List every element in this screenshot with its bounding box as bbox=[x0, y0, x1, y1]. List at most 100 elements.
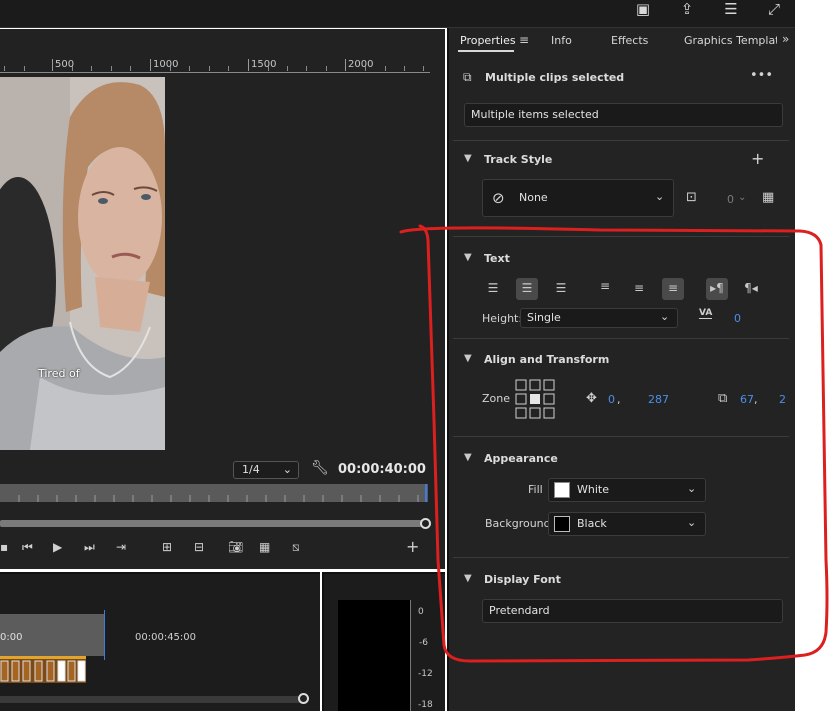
step-forward-icon[interactable]: ⏭︎ bbox=[84, 540, 95, 555]
tab-graphics-template[interactable]: Graphics Template bbox=[684, 34, 777, 47]
align-transform-title: Align and Transform bbox=[484, 353, 610, 366]
video-frame: Tired of bbox=[0, 77, 165, 450]
background-label: Background bbox=[485, 517, 551, 530]
background-select[interactable]: Black bbox=[548, 512, 706, 536]
align-middle-icon[interactable]: ≡ bbox=[628, 278, 650, 300]
monitor-ruler: 500 1000 1500 2000 bbox=[0, 29, 430, 73]
selected-items-field[interactable]: Multiple items selected bbox=[464, 103, 783, 127]
align-right-icon[interactable]: ☰ bbox=[550, 278, 572, 300]
track-style-value: None bbox=[519, 191, 548, 204]
workspace-menu-icon[interactable]: ☰ bbox=[720, 0, 742, 20]
clip-strip[interactable] bbox=[0, 659, 90, 683]
zoom-level-select[interactable]: 1/4 ⌄ bbox=[233, 461, 299, 479]
chevron-down-icon: ⌄ bbox=[655, 190, 665, 203]
zone-label: Zone bbox=[482, 392, 511, 405]
scrollbar-handle[interactable] bbox=[420, 518, 431, 529]
position-x[interactable]: 0 bbox=[608, 393, 615, 406]
tab-info[interactable]: Info bbox=[551, 34, 572, 47]
timeline-scroll-handle[interactable] bbox=[298, 693, 309, 704]
timeline-ruler-time: 00:00:45:00 bbox=[135, 632, 197, 643]
add-style-icon[interactable]: + bbox=[751, 149, 764, 168]
track-style-title: Track Style bbox=[484, 153, 553, 166]
export-frame-icon[interactable]: 📷︎ bbox=[228, 540, 243, 554]
fill-label: Fill bbox=[528, 483, 543, 496]
scale-value-secondary[interactable]: 2 bbox=[779, 393, 791, 406]
grid-icon[interactable]: ▦ bbox=[762, 190, 774, 205]
align-left-icon[interactable]: ☰ bbox=[482, 278, 504, 300]
chevron-down-icon[interactable]: ▼ bbox=[464, 353, 472, 364]
chevron-down-icon[interactable]: ▼ bbox=[464, 452, 472, 463]
extract-icon[interactable]: ⊟ bbox=[194, 540, 204, 554]
tab-effects[interactable]: Effects bbox=[611, 34, 648, 47]
section-divider bbox=[453, 557, 789, 558]
height-select[interactable]: Single bbox=[520, 308, 678, 328]
comparison-view-icon[interactable]: ▦ bbox=[259, 540, 270, 554]
chevron-down-icon[interactable]: ▼ bbox=[464, 153, 472, 164]
align-top-icon[interactable]: ≡ bbox=[594, 276, 616, 298]
align-bottom-icon[interactable]: ≡ bbox=[662, 278, 684, 300]
ruler-label: 2000 bbox=[348, 59, 374, 70]
premiere-workspace: ▣ ⇪ ☰ ⤢ 500 1000 1500 2000 Tired of 1/4 … bbox=[0, 0, 836, 711]
display-font-field[interactable]: Pretendard bbox=[482, 599, 783, 623]
scrub-ticks bbox=[18, 484, 427, 502]
section-divider bbox=[453, 436, 789, 437]
top-toolbar: ▣ ⇪ ☰ ⤢ bbox=[0, 0, 795, 28]
chevron-down-icon: ⌄ bbox=[660, 310, 670, 323]
monitor-scrub-area[interactable] bbox=[0, 484, 428, 502]
background-color-swatch[interactable] bbox=[554, 516, 570, 532]
audio-meter bbox=[338, 600, 410, 711]
rtl-text-icon[interactable]: ¶◂ bbox=[740, 278, 762, 300]
audio-meter-panel: 0 -6 -12 -18 bbox=[322, 572, 445, 711]
track-style-select[interactable]: None bbox=[482, 179, 674, 217]
proxy-toggle-icon[interactable]: ⧅ bbox=[292, 540, 300, 555]
add-button-icon[interactable]: + bbox=[406, 537, 419, 556]
video-caption: Tired of bbox=[38, 367, 80, 380]
fill-select[interactable]: White bbox=[548, 478, 706, 502]
none-icon: ⊘ bbox=[492, 189, 505, 207]
fill-color-swatch[interactable] bbox=[554, 482, 570, 498]
timeline-scrollbar[interactable] bbox=[0, 696, 306, 703]
active-tab-underline bbox=[458, 50, 514, 52]
playhead-line bbox=[104, 610, 105, 660]
mark-out-icon[interactable]: ▪ bbox=[0, 540, 8, 554]
share-icon[interactable]: ⇪ bbox=[676, 0, 698, 20]
chevron-down-icon: ⌄ bbox=[738, 192, 747, 203]
meter-label: -18 bbox=[418, 700, 433, 710]
playhead-timecode[interactable]: 00:00:40:00 bbox=[338, 462, 426, 477]
position-y[interactable]: 287 bbox=[648, 393, 669, 406]
timeline-panel: 0:00 00:00:45:00 bbox=[0, 572, 320, 711]
zoom-level-value: 1/4 bbox=[242, 463, 260, 476]
appearance-title: Appearance bbox=[484, 452, 558, 465]
play-icon[interactable]: ▶ bbox=[53, 540, 62, 554]
meter-label: -12 bbox=[418, 669, 433, 679]
lift-icon[interactable]: ⊞ bbox=[162, 540, 172, 554]
go-to-out-icon[interactable]: ⇥ bbox=[116, 540, 126, 554]
display-font-title: Display Font bbox=[484, 573, 561, 586]
selection-header: Multiple clips selected bbox=[485, 71, 625, 84]
zoom-scrollbar[interactable] bbox=[0, 520, 428, 527]
fullscreen-icon[interactable]: ⤢ bbox=[763, 0, 785, 20]
chevron-down-icon: ⌄ bbox=[282, 463, 292, 476]
section-divider bbox=[453, 140, 789, 141]
meter-label: 0 bbox=[418, 607, 424, 617]
overflow-tabs-icon[interactable]: » bbox=[782, 32, 789, 46]
chevron-down-icon[interactable]: ▼ bbox=[464, 252, 472, 263]
fill-value: White bbox=[577, 483, 609, 496]
scale-value[interactable]: 67 bbox=[740, 393, 754, 406]
zone-grid-icon[interactable] bbox=[515, 379, 555, 419]
ltr-text-icon[interactable]: ▸¶ bbox=[706, 278, 728, 300]
tab-properties[interactable]: Properties bbox=[460, 34, 516, 47]
wrench-icon[interactable]: 🔧︎ bbox=[311, 460, 329, 476]
panel-menu-icon[interactable]: ≡ bbox=[519, 33, 529, 47]
align-center-icon[interactable]: ☰ bbox=[516, 278, 538, 300]
tracking-value[interactable]: 0 bbox=[734, 312, 741, 325]
background-value: Black bbox=[577, 517, 607, 530]
more-options-icon[interactable]: ••• bbox=[750, 68, 773, 83]
ruler-tick bbox=[150, 59, 151, 71]
push-style-icon[interactable]: ⊡ bbox=[686, 190, 697, 205]
chevron-down-icon: ⌄ bbox=[687, 516, 697, 529]
notifications-icon[interactable]: ▣ bbox=[632, 0, 654, 20]
clips-icon: ⧉ bbox=[463, 70, 472, 84]
step-back-icon[interactable]: ⏮︎ bbox=[22, 540, 33, 555]
chevron-down-icon[interactable]: ▼ bbox=[464, 573, 472, 584]
